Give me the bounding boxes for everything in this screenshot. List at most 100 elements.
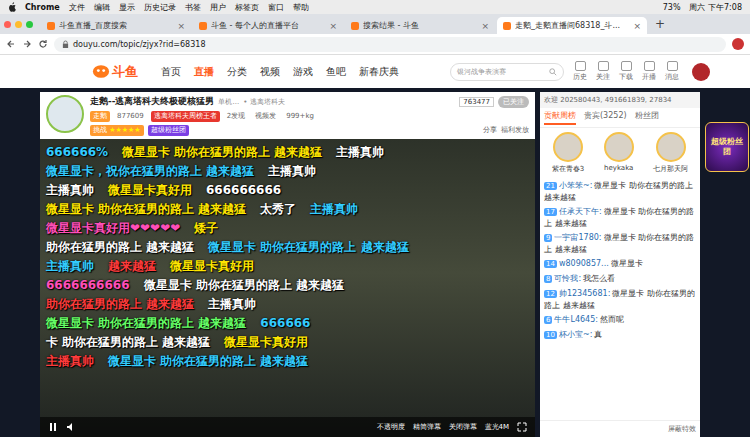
browser-tab[interactable]: 走鹅_走鹅直播间68318_斗...× xyxy=(497,17,647,34)
danmaku: 主播真帅 xyxy=(310,201,358,218)
minimize-dot[interactable] xyxy=(15,21,22,28)
contributor[interactable]: 紫在青春3 xyxy=(552,132,584,174)
close-danmaku[interactable]: 关闭弹幕 xyxy=(449,422,477,432)
favicon-icon xyxy=(47,22,55,30)
address-bar[interactable]: douyu.com/topic/zjyx?rid=68318 xyxy=(54,37,726,52)
search-field[interactable]: 银河战争表演赛 xyxy=(450,63,564,81)
chat-message: 12帅12345681:微星显卡 助你在猛男的路上 越来越猛 xyxy=(544,288,696,311)
danmaku: 微星显卡真好用❤❤❤❤❤ xyxy=(46,220,180,237)
menu-app[interactable]: Chrome xyxy=(25,3,60,12)
tab-close[interactable]: × xyxy=(633,21,641,31)
tab-close[interactable]: × xyxy=(481,21,489,31)
nav-link[interactable]: 游戏 xyxy=(293,65,313,79)
block-effects[interactable]: 屏蔽特效 xyxy=(668,424,696,434)
menu-item[interactable]: 窗口 xyxy=(268,2,284,13)
nav-link[interactable]: 鱼吧 xyxy=(326,65,346,79)
zoom-dot[interactable] xyxy=(26,21,33,28)
nav-action[interactable]: 开播 xyxy=(642,61,656,82)
window-controls xyxy=(4,21,33,28)
simple-danmaku[interactable]: 精简弹幕 xyxy=(413,422,441,432)
nav-link[interactable]: 分类 xyxy=(227,65,247,79)
douyu-logo[interactable]: 斗鱼 xyxy=(92,63,138,81)
danmaku: 微星显卡 助你在猛男的路上 越来越猛 xyxy=(208,239,408,256)
welfare-button[interactable]: 福利发放 xyxy=(501,125,529,135)
menu-item[interactable]: 书签 xyxy=(185,2,201,13)
menu-item[interactable]: 历史记录 xyxy=(144,2,176,13)
apple-icon[interactable] xyxy=(8,2,16,12)
level-badge: 6 xyxy=(544,316,552,324)
anchor-avatar[interactable] xyxy=(46,95,84,133)
danmaku: 666666% xyxy=(46,145,108,159)
tab-close[interactable]: × xyxy=(177,21,185,31)
search-icon[interactable] xyxy=(549,68,557,76)
nav-action[interactable]: 消息 xyxy=(665,61,679,82)
danmaku: 越来越猛 xyxy=(108,258,156,275)
welcome-line: 欢迎 202580443, 491661839, 27834 xyxy=(540,92,700,108)
browser-tab[interactable]: 搜索结果 - 斗鱼× xyxy=(345,17,495,34)
user-avatar[interactable] xyxy=(692,63,710,81)
menu-item[interactable]: 用户 xyxy=(210,2,226,13)
fish-icon xyxy=(92,64,110,79)
browser-tab[interactable]: 斗鱼直播_百度搜索× xyxy=(41,17,191,34)
rank-tab[interactable]: 粉丝团 xyxy=(635,110,659,125)
contributor[interactable]: 七月那天阿 xyxy=(653,132,688,174)
nav-action[interactable]: 下载 xyxy=(619,61,633,82)
fullscreen-icon[interactable] xyxy=(517,422,527,432)
chat-message: 17任承天下午:微星显卡 助你在猛男的路上 越来越猛 xyxy=(544,206,696,229)
browser-tab[interactable]: 斗鱼 - 每个人的直播平台× xyxy=(193,17,343,34)
new-tab[interactable]: + xyxy=(649,17,671,31)
menu-item[interactable]: 显示 xyxy=(119,2,135,13)
danmaku-row: 助你在猛男的路上 越来越猛微星显卡 助你在猛男的路上 越来越猛 xyxy=(46,238,529,256)
rank-tab[interactable]: 贡献周榜 xyxy=(544,110,576,125)
room-title: 走鹅--逃离塔科夫终极硬核猛男 xyxy=(90,95,214,108)
back-icon[interactable] xyxy=(6,39,16,49)
contributor-avatar xyxy=(604,132,634,162)
clock[interactable]: 周六 下午7:08 xyxy=(689,2,742,13)
nav-link[interactable]: 首页 xyxy=(161,65,181,79)
menu-item[interactable]: 编辑 xyxy=(94,2,110,13)
danmaku: 666666 xyxy=(260,316,310,330)
nav-action[interactable]: 关注 xyxy=(596,61,610,82)
menu-item[interactable]: 标签页 xyxy=(235,2,259,13)
nav-link[interactable]: 视频 xyxy=(260,65,280,79)
category[interactable]: 单机... xyxy=(218,97,239,107)
video[interactable]: 666666%微星显卡 助你在猛男的路上 越来越猛主播真帅微星显卡，祝你在猛男的… xyxy=(40,139,535,437)
game[interactable]: • 逃离塔科夫 xyxy=(243,97,284,107)
rank-badge[interactable]: 逃离塔科夫周榜王者 xyxy=(151,111,220,122)
screen: Chrome 文件编辑显示历史记录书签用户标签页窗口帮助 73% 周六 下午7:08 斗… xyxy=(0,0,750,437)
danmaku: 主播真帅 xyxy=(268,163,316,180)
danmaku: 微星显卡真好用 xyxy=(170,258,254,275)
follow-button[interactable]: 已关注 xyxy=(498,96,529,108)
danmaku: 主播真帅 xyxy=(46,258,94,275)
reload-icon[interactable] xyxy=(38,39,48,49)
rank-tab[interactable]: 贵宾(3252) xyxy=(584,110,627,125)
fan-club-promo[interactable]: 超级粉丝团 xyxy=(705,122,749,172)
nav-link[interactable]: 新春庆典 xyxy=(359,65,399,79)
pause-icon[interactable] xyxy=(48,422,58,432)
contributor[interactable]: heykaka xyxy=(604,132,634,174)
tab-close[interactable]: × xyxy=(329,21,337,31)
quality[interactable]: 蓝光4M xyxy=(485,422,510,432)
level-badge: 8 xyxy=(544,275,552,283)
danmaku-row: 微星显卡 助你在猛男的路上 越来越猛太秀了主播真帅 xyxy=(46,200,529,218)
close-dot[interactable] xyxy=(4,21,11,28)
menu-item[interactable]: 文件 xyxy=(69,2,85,13)
menu-item[interactable]: 帮助 xyxy=(293,2,309,13)
forward-icon[interactable] xyxy=(22,39,32,49)
profile-icon[interactable] xyxy=(732,38,744,50)
level-badge: 10 xyxy=(544,331,557,339)
favicon-icon xyxy=(503,22,511,30)
battery[interactable]: 73% xyxy=(663,3,681,12)
danmaku: 助你在猛男的路上 越来越猛 xyxy=(46,239,194,256)
fan-club[interactable]: 超级粉丝团 xyxy=(148,125,189,136)
level-badge[interactable]: 挑战 ★★★★★ xyxy=(90,125,144,136)
nav-action[interactable]: 历史 xyxy=(573,61,587,82)
share-button[interactable]: 分享 xyxy=(483,125,497,135)
hot-count: 877609 xyxy=(114,111,147,122)
nav-link[interactable]: 直播 xyxy=(194,65,214,79)
chat-footer: 屏蔽特效 xyxy=(540,420,700,437)
anchor-name[interactable]: 走鹅 xyxy=(90,111,110,122)
volume-icon[interactable] xyxy=(66,422,76,432)
site-nav: 斗鱼 首页直播分类视频游戏鱼吧新春庆典 银河战争表演赛历史关注下载开播消息 xyxy=(0,55,750,88)
opacity-setting[interactable]: 不透明度 xyxy=(377,422,405,432)
